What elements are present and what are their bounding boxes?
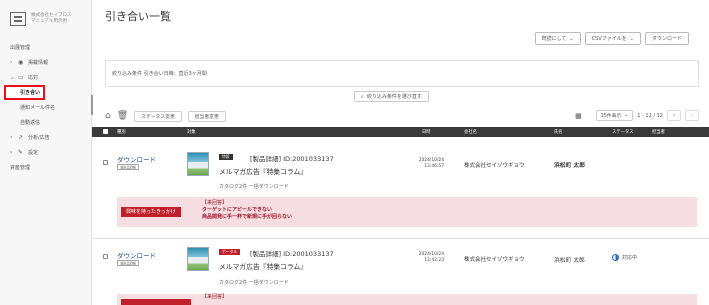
status-label: 対応中: [622, 255, 638, 261]
chart-icon: ↗: [18, 134, 24, 141]
source-badge: ポータル: [219, 249, 241, 255]
table-toolbar: ⌂ 🗑 ステータス変更 担当者変更 ▦ 15件表示 ⌄ 1 - 12 / 12 «…: [105, 108, 699, 124]
sidebar: 株式会社セイブロス マニュアル用示例 出展管理 › ◉ 掲載情報 ⌄ ▭ 応対 …: [0, 0, 92, 305]
row-checkbox[interactable]: [103, 160, 108, 165]
chat-icon: ▭: [18, 74, 24, 81]
company-name: 株式会社セイゾウギョウ: [464, 163, 525, 169]
header-company[interactable]: 会社名: [464, 129, 477, 135]
sidebar-item-label: 掲載情報: [28, 60, 49, 66]
type-tag: 資料詳細: [117, 260, 139, 266]
select-all-checkbox[interactable]: [103, 129, 108, 134]
status-indicator[interactable]: 対応中: [612, 254, 637, 261]
item-name[interactable]: メルマガ広告『特集コラム』: [219, 261, 307, 271]
sidebar-item-label: 資産管理: [10, 165, 31, 171]
table-header: 種別 対象 日時 会社名 氏名 ステータス 担当者: [92, 127, 709, 137]
inquiry-time: 13:46:57: [424, 164, 444, 169]
note-tag: 興味を持ったきっかけ: [121, 207, 181, 217]
sidebar-item-response[interactable]: ⌄ ▭ 応対: [0, 70, 91, 85]
next-page-button[interactable]: ›: [685, 110, 699, 121]
note-tag: [121, 299, 191, 305]
item-id[interactable]: [製品詳細] ID:2001033137: [250, 248, 334, 258]
refine-filter-button[interactable]: ⌕ 絞り込み条件を選び直す: [354, 91, 429, 102]
survey-note: 興味を持ったきっかけ 【来回答】 ターゲットにアピールできない 商品開発に手一杯…: [117, 197, 697, 227]
header-target[interactable]: 対象: [187, 129, 196, 135]
sidebar-item-notification-subject[interactable]: 通知メール件名: [0, 100, 91, 115]
filter-summary: 絞り込み条件 引き合い日時：直近3ヶ月間: [105, 60, 699, 87]
note-line: 商品開発に手一杯で新規に手が回らない: [202, 214, 293, 220]
item-subtitle: カタログ2件 一括ダウンロード: [219, 280, 289, 286]
source-badge: 特設: [219, 154, 233, 160]
sidebar-item-label: 分析/広告: [28, 135, 50, 141]
mark-read-button[interactable]: 既読にして ⌄: [534, 32, 581, 45]
sidebar-nav: 出展管理 › ◉ 掲載情報 ⌄ ▭ 応対 引き合い 通知メール件名 自動返信 ›…: [0, 40, 91, 175]
item-id[interactable]: [製品詳細] ID:2001033137: [250, 153, 334, 163]
inquiry-time: 13:42:23: [424, 258, 444, 263]
chevron-down-icon: ⌄: [624, 113, 629, 118]
company-logo[interactable]: 株式会社セイブロス マニュアル用示例: [0, 0, 91, 30]
globe-icon: ◉: [18, 59, 24, 66]
sidebar-item-label: 出展管理: [10, 45, 31, 51]
sidebar-item-label: 通知メール件名: [20, 105, 56, 111]
product-thumbnail: [187, 152, 209, 176]
person-name[interactable]: 浜松町 太郎: [554, 160, 585, 169]
row-checkbox[interactable]: [103, 254, 108, 259]
inquiry-type[interactable]: ダウンロード: [117, 154, 156, 164]
csv-button[interactable]: CSVファイルを ⌄: [584, 32, 641, 45]
row-divider: [92, 238, 709, 239]
sidebar-item-auto-reply[interactable]: 自動返信: [0, 115, 91, 130]
logo-line2: マニュアル用示例: [31, 19, 67, 24]
status-change-button[interactable]: ステータス変更: [134, 110, 182, 122]
trash-icon[interactable]: 🗑: [117, 111, 128, 121]
sidebar-item-assets[interactable]: 資産管理: [0, 160, 91, 175]
logo-icon: [10, 12, 26, 26]
sidebar-item-label: 応対: [28, 75, 39, 81]
search-icon: ⌕: [361, 93, 364, 100]
header-assignee[interactable]: 担当者: [652, 129, 665, 135]
pagination-info: 1 - 12 / 12: [637, 112, 663, 119]
download-button[interactable]: ダウンロード: [644, 32, 689, 45]
header-type[interactable]: 種別: [117, 129, 126, 135]
main-content: 引き合い一覧 既読にして ⌄ CSVファイルを ⌄ ダウンロード 絞り込み条件 引き…: [92, 0, 709, 305]
product-thumbnail: [187, 247, 209, 271]
sidebar-item-label: 設定: [28, 150, 39, 156]
type-tag: 資料詳細: [117, 164, 139, 170]
sidebar-item-label: 引き合い: [20, 90, 41, 96]
sidebar-item-inquiries[interactable]: 引き合い: [4, 85, 45, 100]
chevron-right-icon: ›: [10, 149, 13, 156]
prev-page-button[interactable]: «: [667, 110, 681, 121]
sidebar-item-label: 自動返信: [20, 120, 41, 126]
page-title: 引き合い一覧: [105, 10, 171, 23]
wrench-icon: ✎: [18, 149, 24, 156]
filter-text: 絞り込み条件 引き合い日時：直近3ヶ月間: [112, 71, 207, 77]
sidebar-item-analytics[interactable]: › ↗ 分析/広告: [0, 130, 91, 145]
company-name: 株式会社セイゾウギョウ: [464, 257, 525, 263]
per-page-select[interactable]: 15件表示 ⌄: [595, 110, 634, 121]
sidebar-item-listing[interactable]: › ◉ 掲載情報: [0, 55, 91, 70]
chevron-down-icon: ⌄: [629, 35, 634, 42]
sidebar-item-exhibit[interactable]: 出展管理: [0, 40, 91, 55]
header-date[interactable]: 日時: [422, 129, 431, 135]
note-line: 【来回答】: [202, 294, 228, 300]
grid-icon[interactable]: ▦: [575, 112, 582, 120]
header-actions: 既読にして ⌄ CSVファイルを ⌄ ダウンロード: [534, 32, 689, 45]
note-line: ターゲットにアピールできない: [202, 207, 273, 213]
note-line: 【来回答】: [202, 200, 228, 206]
chevron-right-icon: ›: [10, 134, 13, 141]
header-name[interactable]: 氏名: [554, 129, 563, 135]
chevron-down-icon: ⌄: [569, 35, 574, 42]
chevron-right-icon: ›: [10, 59, 13, 66]
inquiry-type[interactable]: ダウンロード: [117, 250, 156, 260]
survey-note: 【来回答】: [117, 294, 697, 305]
person-name[interactable]: 浜松町 太郎: [554, 255, 585, 264]
chevron-down-icon: ⌄: [10, 74, 16, 81]
item-name[interactable]: メルマガ広告『特集コラム』: [219, 166, 307, 176]
assignee-change-button[interactable]: 担当者変更: [187, 110, 226, 122]
sidebar-item-settings[interactable]: › ✎ 設定: [0, 145, 91, 160]
header-status[interactable]: ステータス: [612, 129, 633, 135]
progress-pie-icon: [612, 254, 619, 261]
archive-icon[interactable]: ⌂: [105, 111, 111, 121]
item-subtitle: カタログ2件 一括ダウンロード: [219, 184, 289, 190]
